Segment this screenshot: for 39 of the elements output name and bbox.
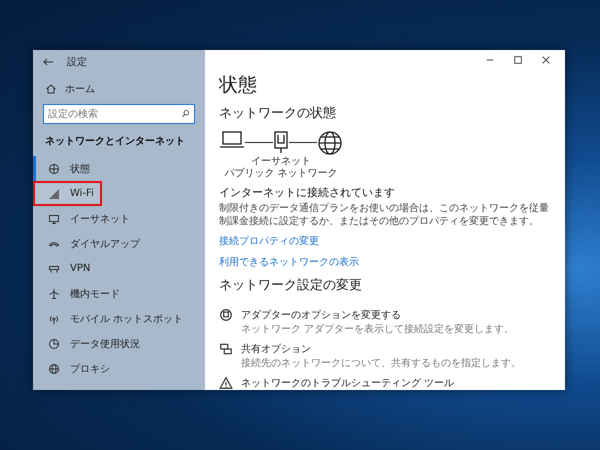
nav-item[interactable]: モバイル ホットスポット [33, 306, 205, 331]
link[interactable]: 利用できるネットワークの表示 [219, 255, 359, 269]
sharing-icon [219, 342, 233, 356]
monitor-icon [48, 212, 60, 224]
wifi-signal-icon [48, 188, 60, 200]
nav-item[interactable]: Wi-Fi [33, 181, 102, 206]
airplane-icon [48, 288, 60, 300]
settings-option[interactable]: アダプターのオプションを変更する ネットワーク アダプターを表示して接続設定を変更します。 [219, 308, 551, 336]
link[interactable]: 接続プロパティの変更 [219, 234, 319, 248]
nav-item[interactable]: VPN [33, 256, 205, 281]
laptop-icon [219, 130, 245, 150]
search-icon [181, 109, 190, 118]
page-title: 状態 [219, 73, 258, 98]
section-heading: ネットワーク設定の変更 [219, 277, 363, 294]
adapter-icon [219, 308, 233, 322]
globe-icon [48, 362, 60, 374]
network-label: パブリック ネットワーク [224, 168, 338, 179]
nav-item[interactable]: プロキシ [33, 356, 205, 381]
window-title: 設定 [67, 56, 87, 69]
status-description: 制限付きのデータ通信プランをお使いの場合は、このネットワークを従量制課金接続に設定するか、またはその他のプロパティを変更できます。 [219, 202, 550, 228]
search-field[interactable]: 設定の検索 [43, 104, 195, 124]
maximize-icon [513, 55, 523, 65]
section-heading: ネットワークの状態 [219, 105, 337, 122]
close-icon [541, 55, 551, 65]
globe-icon [48, 162, 60, 174]
back-arrow-icon[interactable] [43, 58, 53, 66]
nav-item[interactable]: イーサネット [33, 206, 205, 231]
nav-item[interactable]: データ使用状況 [33, 331, 205, 356]
nav-item[interactable]: ダイヤルアップ [33, 231, 205, 256]
settings-option[interactable]: ネットワークのトラブルシューティング ツール [219, 376, 551, 390]
home-link[interactable]: ホーム [33, 74, 205, 102]
settings-option[interactable]: 共有オプション 接続先のネットワークについて、共有するものを指定します。 [219, 342, 551, 370]
nav-item[interactable]: 機内モード [33, 281, 205, 306]
pie-icon [48, 338, 60, 350]
status-heading: インターネットに接続されています [219, 185, 396, 200]
network-label: イーサネット [251, 156, 311, 168]
section-heading: ネットワークとインターネット [44, 135, 186, 149]
warning-icon [219, 376, 233, 390]
home-icon [45, 83, 57, 95]
